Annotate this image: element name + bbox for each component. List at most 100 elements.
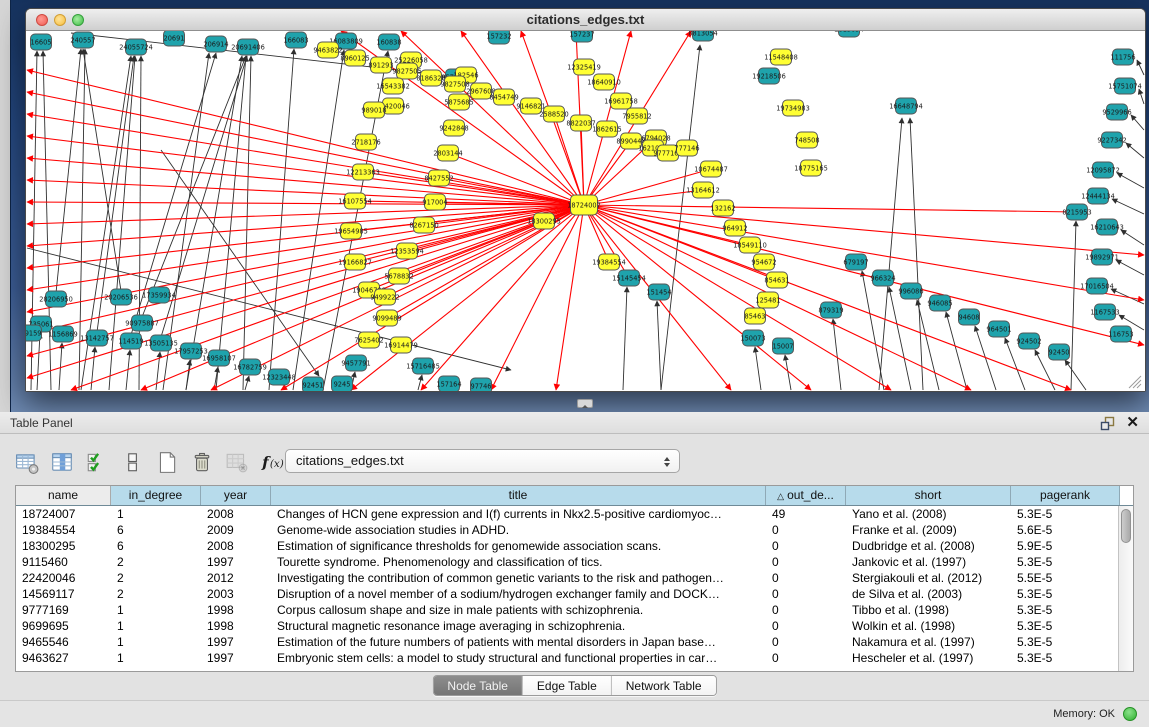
table-cell[interactable]: 1 [111,602,201,618]
network-node[interactable]: 954672 [751,254,776,270]
network-hub-node[interactable]: 18724007 [567,195,601,215]
network-node[interactable]: 996086 [898,283,923,299]
network-node[interactable]: 8813054 [688,31,717,41]
table-cell[interactable]: 1997 [201,554,271,570]
network-node[interactable]: 12444134 [1081,188,1115,204]
column-header-in_degree[interactable]: in_degree [111,486,201,505]
network-node[interactable]: 157232 [486,31,511,44]
network-node[interactable]: 92451 [303,377,324,391]
network-node[interactable]: 8454749 [489,89,518,105]
network-node[interactable]: 5875685 [444,94,473,110]
delete-table-icon[interactable] [225,450,249,474]
network-node[interactable]: 240557 [70,32,95,48]
table-cell[interactable]: 0 [766,522,846,538]
table-cell[interactable]: Embryonic stem cells: a model to study s… [271,650,766,666]
network-node[interactable]: 8960125 [340,50,369,66]
network-node[interactable]: 20691 [164,31,185,46]
network-node[interactable]: 7955812 [622,108,651,124]
table-row[interactable]: 969969511998Structural magnetic resonanc… [16,618,1118,634]
table-row[interactable]: 1938455462009Genome-wide association stu… [16,522,1118,538]
network-node[interactable]: 206914 [203,36,228,52]
table-cell[interactable]: Changes of HCN gene expression and I(f) … [271,506,766,522]
network-node[interactable]: 946085 [927,295,952,311]
table-cell[interactable]: Estimation of the future numbers of pati… [271,634,766,650]
tab-edge-table[interactable]: Edge Table [523,676,612,695]
table-cell[interactable]: 0 [766,554,846,570]
table-cell[interactable]: Hescheler et al. (1997) [846,650,1011,666]
network-node[interactable]: 15007 [773,338,794,354]
table-cell[interactable]: 19384554 [16,522,111,538]
table-cell[interactable]: 14569117 [16,586,111,602]
table-cell[interactable]: 9463627 [16,650,111,666]
network-node[interactable]: 879319 [818,302,843,318]
network-node[interactable]: 12325419 [567,59,601,75]
table-select-dropdown[interactable]: citations_edges.txt [285,449,680,473]
network-node[interactable]: 116753 [1108,326,1133,342]
tab-network-table[interactable]: Network Table [612,676,716,695]
table-row[interactable]: 977716911998Corpus callosum shape and si… [16,602,1118,618]
table-cell[interactable]: Franke et al. (2009) [846,522,1011,538]
network-node[interactable]: 964912 [722,220,747,236]
table-cell[interactable]: Disruption of a novel member of a sodium… [271,586,766,602]
table-cell[interactable]: 18724007 [16,506,111,522]
network-node[interactable]: 114519 [118,333,143,349]
network-node[interactable]: 13142757 [80,330,114,346]
table-cell[interactable]: 5.5E-5 [1011,570,1118,586]
network-node[interactable]: 966324 [870,270,895,286]
table-mode-icon[interactable] [15,450,39,474]
table-cell[interactable]: Jankovic et al. (1997) [846,554,1011,570]
table-cell[interactable]: 1 [111,618,201,634]
table-cell[interactable]: 2 [111,586,201,602]
network-node[interactable]: 11548408 [764,49,798,65]
column-header-year[interactable]: year [201,486,271,505]
table-cell[interactable]: 22420046 [16,570,111,586]
row-height-icon[interactable] [120,450,144,474]
table-cell[interactable]: 2008 [201,538,271,554]
network-node[interactable]: 924502 [1016,333,1041,349]
table-cell[interactable]: 5.3E-5 [1011,650,1118,666]
network-node[interactable]: 10674487 [694,161,728,177]
table-cell[interactable]: 9115460 [16,554,111,570]
network-node[interactable]: 8427552 [424,170,453,186]
table-cell[interactable]: 5.3E-5 [1011,618,1118,634]
table-cell[interactable]: de Silva et al. (2003) [846,586,1011,602]
network-node[interactable]: 19384554 [592,254,626,270]
network-node[interactable]: 15716485 [406,358,440,374]
network-node[interactable]: 2803144 [433,145,462,161]
table-row[interactable]: 1872400712008Changes of HCN gene express… [16,506,1118,522]
network-node[interactable]: 9463822 [313,42,342,58]
network-node[interactable]: 19218506 [752,68,786,84]
table-cell[interactable]: 2008 [201,506,271,522]
table-header-row[interactable]: namein_degreeyeartitle△out_de...shortpag… [16,486,1133,506]
table-cell[interactable]: 5.3E-5 [1011,554,1118,570]
table-cell[interactable]: 9465546 [16,634,111,650]
network-node[interactable]: 679197 [843,254,868,270]
table-cell[interactable]: 0 [766,602,846,618]
create-column-icon[interactable] [155,450,179,474]
table-cell[interactable]: 9777169 [16,602,111,618]
network-node[interactable]: 16605 [31,34,52,50]
network-node[interactable]: 94608 [959,309,980,325]
network-node[interactable]: 13505135 [144,335,178,351]
network-node[interactable]: 85463 [745,308,766,324]
network-node[interactable]: 16961758 [604,93,638,109]
table-cell[interactable]: 2 [111,554,201,570]
table-cell[interactable]: 0 [766,634,846,650]
network-node[interactable]: 160838 [376,34,401,50]
network-node[interactable]: 854631 [764,272,789,288]
network-node[interactable]: 13164612 [686,182,720,198]
network-node[interactable]: 7625402 [354,332,383,348]
network-node[interactable]: 92450 [1049,344,1070,360]
splitter-handle[interactable] [577,399,593,408]
table-cell[interactable]: Corpus callosum shape and size in male p… [271,602,766,618]
column-header-title[interactable]: title [271,486,766,505]
network-node[interactable]: 9245 [332,376,353,391]
column-header-name[interactable]: name [16,486,111,505]
table-cell[interactable]: 1998 [201,618,271,634]
selection-mode-icon[interactable] [85,450,109,474]
table-cell[interactable]: Dudbridge et al. (2008) [846,538,1011,554]
network-node[interactable]: 12213363 [346,164,380,180]
table-cell[interactable]: Tourette syndrome. Phenomenology and cla… [271,554,766,570]
table-row[interactable]: 2242004622012Investigating the contribut… [16,570,1118,586]
network-node[interactable]: 964501 [986,321,1011,337]
